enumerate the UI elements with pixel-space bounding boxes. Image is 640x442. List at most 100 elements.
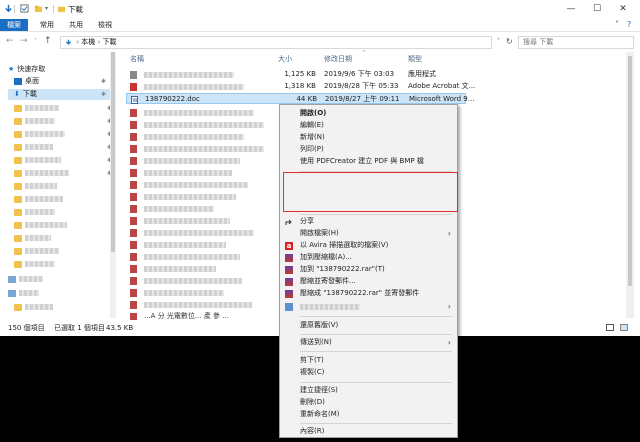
recent-locations-button[interactable]: ˅ <box>34 38 37 45</box>
nav-scrollbar-thumb[interactable] <box>111 52 115 252</box>
nav-item-blurred[interactable] <box>14 207 118 218</box>
column-date[interactable]: 修改日期 <box>324 54 352 64</box>
help-icon[interactable]: ? <box>627 20 631 29</box>
menu-item-add-to-archive[interactable]: 加到壓縮檔(A)... <box>280 252 457 263</box>
minimize-button[interactable]: — <box>561 0 581 18</box>
file-icon <box>130 169 137 177</box>
folder-icon <box>14 208 22 216</box>
menu-item-send-to[interactable]: 傳送到(N) › <box>280 337 457 348</box>
back-button[interactable]: ← <box>6 36 14 46</box>
file-icon <box>130 289 137 297</box>
file-icon <box>130 157 137 165</box>
file-row[interactable]: 1,318 KB 2019/8/28 下午 05:33 Adobe Acroba… <box>126 81 475 92</box>
breadcrumb-this-pc[interactable]: 本機 <box>81 38 95 46</box>
expand-ribbon-icon[interactable]: ˅ <box>615 20 619 29</box>
menu-separator <box>300 214 452 215</box>
tab-home[interactable]: 常用 <box>35 19 59 31</box>
nav-item-blurred[interactable] <box>14 194 118 205</box>
menu-item-blurred[interactable]: › <box>280 301 457 312</box>
search-input[interactable]: 搜尋 下載 <box>518 36 634 49</box>
nav-item-blurred[interactable] <box>8 288 112 299</box>
submenu-arrow-icon: › <box>447 302 451 311</box>
address-dropdown-icon[interactable]: ˅ <box>497 38 500 45</box>
desktop-icon <box>14 77 22 85</box>
folder-icon <box>14 169 22 177</box>
folder-icon <box>14 303 22 311</box>
file-list-scrollbar-thumb[interactable] <box>628 56 632 286</box>
nav-item-blurred[interactable]: ✱ <box>14 155 118 166</box>
menu-item-open[interactable]: 開啟(O) <box>280 108 457 119</box>
nav-item-blurred[interactable]: ✱ <box>14 168 118 179</box>
nav-item-blurred[interactable]: ✱ <box>14 103 118 114</box>
maximize-button[interactable]: ☐ <box>587 0 607 18</box>
nav-downloads[interactable]: ⬇ 下載 ✱ <box>8 89 112 100</box>
menu-item-delete[interactable]: 刪除(D) <box>280 397 457 408</box>
file-row[interactable]: 1,125 KB 2019/9/6 下午 03:03 應用程式 <box>126 69 466 80</box>
tab-share[interactable]: 共用 <box>64 19 88 31</box>
menu-item-edit[interactable]: 編輯(E) <box>280 120 457 131</box>
nav-item-blurred[interactable] <box>14 259 118 270</box>
tab-file[interactable]: 檔案 <box>0 19 28 31</box>
menu-item-compress-rar-email[interactable]: 壓縮成 "138790222.rar" 並寄發郵件 <box>280 288 457 299</box>
nav-quick-access[interactable]: ★ 快速存取 <box>8 64 112 75</box>
close-button[interactable]: ✕ <box>613 0 633 18</box>
menu-item-avira-scan[interactable]: a 以 Avira 掃描選取的檔案(V) <box>280 240 457 251</box>
menu-item-create-shortcut[interactable]: 建立捷徑(S) <box>280 385 457 396</box>
highlight-box <box>283 172 458 212</box>
menu-separator <box>300 423 452 424</box>
submenu-arrow-icon: › <box>447 338 451 347</box>
file-name-blurred <box>144 72 234 78</box>
nav-scrollbar[interactable] <box>110 52 116 318</box>
menu-item-share[interactable]: 分享 <box>280 216 457 227</box>
file-icon <box>130 301 137 309</box>
properties-checkbox-icon[interactable] <box>20 4 29 13</box>
menu-item-pdfcreator[interactable]: 使用 PDFCreator 建立 PDF 與 BMP 檔 <box>280 156 457 167</box>
folder-icon <box>14 182 22 190</box>
file-icon <box>130 193 137 201</box>
address-bar[interactable]: › 本機 › 下載 <box>60 36 492 49</box>
nav-item-blurred[interactable] <box>14 233 118 244</box>
file-list-scrollbar[interactable] <box>626 52 634 318</box>
nav-item-blurred[interactable]: ✱ <box>14 116 118 127</box>
menu-item-rename[interactable]: 重新命名(M) <box>280 409 457 420</box>
file-icon <box>130 145 137 153</box>
forward-button[interactable]: → <box>20 36 28 46</box>
menu-item-cut[interactable]: 剪下(T) <box>280 355 457 366</box>
up-button[interactable]: ↑ <box>44 36 52 46</box>
folder-title-icon <box>57 6 66 13</box>
customize-toolbar-icon[interactable]: ▾ <box>45 5 48 12</box>
menu-item-add-to-rar[interactable]: 加到 "138790222.rar"(T) <box>280 264 457 275</box>
breadcrumb-downloads[interactable]: 下載 <box>103 38 117 46</box>
nav-item-blurred[interactable] <box>14 220 118 231</box>
menu-item-open-with[interactable]: 開啟檔案(H) › <box>280 228 457 239</box>
nav-item-blurred[interactable] <box>8 274 112 285</box>
nav-item-blurred[interactable] <box>14 181 118 192</box>
file-icon <box>130 253 137 261</box>
nav-item-blurred[interactable] <box>14 302 118 313</box>
menu-item-new[interactable]: 新增(N) <box>280 132 457 143</box>
nav-item-blurred[interactable] <box>14 246 118 257</box>
file-icon <box>130 313 137 320</box>
menu-item-copy[interactable]: 複製(C) <box>280 367 457 378</box>
large-icons-view-icon[interactable] <box>620 324 628 331</box>
submenu-arrow-icon: › <box>447 229 451 238</box>
menu-item-properties[interactable]: 內容(R) <box>280 426 457 437</box>
file-icon <box>130 109 137 117</box>
file-row-selected[interactable]: W 138790222.doc 44 KB 2019/8/27 上午 09:11… <box>126 93 474 104</box>
exe-file-icon <box>130 71 137 79</box>
quick-access-down-arrow-icon[interactable] <box>4 4 13 13</box>
new-folder-icon[interactable] <box>34 4 43 13</box>
column-size[interactable]: 大小 <box>278 54 292 64</box>
menu-item-restore-previous[interactable]: 還原舊版(V) <box>280 320 457 331</box>
column-name[interactable]: 名稱 <box>130 54 144 64</box>
refresh-button[interactable]: ↻ <box>506 37 513 46</box>
menu-item-compress-email[interactable]: 壓縮並寄發郵件... <box>280 276 457 287</box>
nav-item-blurred[interactable]: ✱ <box>14 129 118 140</box>
details-view-icon[interactable] <box>606 324 614 331</box>
nav-desktop[interactable]: 桌面 ✱ <box>14 76 112 87</box>
menu-item-print[interactable]: 列印(P) <box>280 144 457 155</box>
nav-item-blurred[interactable]: ✱ <box>14 142 118 153</box>
menu-separator <box>300 382 452 383</box>
column-type[interactable]: 類型 <box>408 54 422 64</box>
tab-view[interactable]: 檢視 <box>93 19 117 31</box>
